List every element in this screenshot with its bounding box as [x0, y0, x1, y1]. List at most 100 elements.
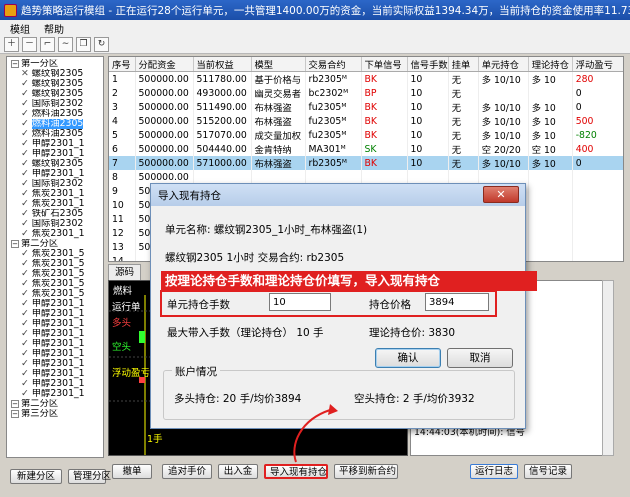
- copy-icon[interactable]: ❐: [76, 37, 91, 52]
- tree-item[interactable]: ✕ 螺纹钢2305: [9, 69, 103, 79]
- column-header[interactable]: 单元持仓: [478, 57, 529, 72]
- column-header[interactable]: 浮动盈亏: [572, 57, 623, 72]
- tree-item[interactable]: ✓ 甲醇2301_1: [9, 169, 103, 179]
- tree-item[interactable]: ✓ 螺纹钢2305: [9, 79, 103, 89]
- tree-item[interactable]: ✓ 甲醇2301_1: [9, 319, 103, 329]
- table-row[interactable]: 2 500000.00 493000.00 幽灵交易者 bc2302ᴹ BP 10 无 0: [109, 86, 623, 100]
- move-contract-button[interactable]: 平移到新合约: [334, 464, 398, 479]
- tree-group[interactable]: − 第三分区: [9, 409, 103, 419]
- running-icon: ✓: [21, 299, 32, 309]
- tree-group[interactable]: − 第二分区: [9, 239, 103, 249]
- table-row[interactable]: 3 500000.00 511490.00 布林强盗 fu2305ᴹ BK 10 无多 10/…: [109, 100, 623, 114]
- table-cell: [361, 170, 408, 184]
- table-cell: 多 10: [528, 156, 573, 170]
- line-icon[interactable]: ⌐: [40, 37, 55, 52]
- tree-item[interactable]: ✓ 铁矿石2305: [9, 209, 103, 219]
- running-icon: ✓: [21, 89, 32, 99]
- menu-item-module[interactable]: 模组: [10, 21, 30, 36]
- tree-item[interactable]: ✓ 甲醇2301_1: [9, 359, 103, 369]
- tree-item[interactable]: ✓ 燃料油2305: [9, 119, 103, 129]
- tree-item[interactable]: ✓ 焦炭2301_5: [9, 259, 103, 269]
- cancel-button[interactable]: 取消: [447, 348, 513, 368]
- tree-item[interactable]: ✓ 甲醇2301_1: [9, 149, 103, 159]
- column-header[interactable]: 模型: [251, 57, 306, 72]
- column-header[interactable]: 信号手数: [407, 57, 449, 72]
- signal-record-button[interactable]: 信号记录: [524, 464, 572, 479]
- import-position-button[interactable]: 导入现有持仓: [264, 464, 328, 479]
- running-icon: ✓: [21, 139, 32, 149]
- column-header[interactable]: 分配资金: [135, 57, 194, 72]
- tree-item[interactable]: ✓ 国际铜2302: [9, 219, 103, 229]
- manage-partition-button[interactable]: 管理分区: [68, 469, 111, 484]
- tree-item[interactable]: ✓ 燃料油2305: [9, 129, 103, 139]
- tree-item[interactable]: ✓ 甲醇2301_1: [9, 299, 103, 309]
- running-icon: ✓: [21, 179, 32, 189]
- tree-item[interactable]: ✓ 甲醇2301_1: [9, 379, 103, 389]
- refresh-icon[interactable]: ↻: [94, 37, 109, 52]
- tree-item[interactable]: ✓ 焦炭2301_1: [9, 189, 103, 199]
- table-row[interactable]: 4 500000.00 515200.00 布林强盗 fu2305ᴹ BK 10 无多 10/…: [109, 114, 623, 128]
- expand-icon[interactable]: −: [11, 399, 19, 408]
- tree-item[interactable]: ✓ 焦炭2301_5: [9, 269, 103, 279]
- column-header[interactable]: 序号: [109, 57, 136, 72]
- tree-item[interactable]: ✓ 国际铜2302: [9, 179, 103, 189]
- table-row[interactable]: 7 500000.00 571000.00 布林强盗 rb2305ᴹ BK 10 无多 10/…: [109, 156, 623, 170]
- running-icon: ✓: [21, 129, 32, 139]
- table-row[interactable]: 8 500000.00: [109, 170, 623, 184]
- menu-item-help[interactable]: 帮助: [44, 21, 64, 36]
- tree-item[interactable]: ✓ 国际铜2302: [9, 99, 103, 109]
- running-icon: ✓: [21, 259, 32, 269]
- expand-icon[interactable]: −: [11, 409, 19, 418]
- line2-icon[interactable]: ∼: [58, 37, 73, 52]
- column-header[interactable]: 理论持仓: [528, 57, 573, 72]
- table-row[interactable]: 5 500000.00 517070.00 成交量加权 fu2305ᴹ BK 10 无多 10…: [109, 128, 623, 142]
- tree-item[interactable]: ✓ 甲醇2301_1: [9, 339, 103, 349]
- tree-item-label: 甲醇2301_1: [31, 309, 85, 319]
- table-row[interactable]: 1 500000.00 511780.00 基于价格与 rb2305ᴹ BK 10 无多 10…: [109, 71, 623, 86]
- tree-item[interactable]: ✓ 甲醇2301_1: [9, 309, 103, 319]
- new-partition-button[interactable]: 新建分区: [10, 469, 62, 484]
- tree-item[interactable]: ✓ 焦炭2301_5: [9, 249, 103, 259]
- add-icon[interactable]: ＋: [4, 37, 19, 52]
- tree-item[interactable]: ✓ 焦炭2301_1: [9, 229, 103, 239]
- column-header[interactable]: 当前权益: [193, 57, 252, 72]
- tree-item[interactable]: ✓ 燃料油2305: [9, 109, 103, 119]
- tree-item[interactable]: ✓ 甲醇2301_1: [9, 139, 103, 149]
- tree-item[interactable]: ✓ 焦炭2301_5: [9, 289, 103, 299]
- tree-item[interactable]: ✓ 甲醇2301_1: [9, 349, 103, 359]
- app-icon: [4, 3, 17, 17]
- delete-icon[interactable]: －: [22, 37, 37, 52]
- run-log-button[interactable]: 运行日志: [470, 464, 518, 479]
- table-cell: 504440.00: [193, 142, 252, 156]
- table-cell: fu2305ᴹ: [305, 128, 362, 142]
- tree-item-label: 甲醇2301_1: [31, 359, 85, 369]
- cancel-order-button[interactable]: 撤单: [112, 464, 152, 479]
- table-cell: 基于价格与: [251, 71, 306, 86]
- column-header[interactable]: 交易合约: [305, 57, 362, 72]
- tree-item[interactable]: ✓ 螺纹钢2305: [9, 159, 103, 169]
- chase-price-button[interactable]: 追对手价: [162, 464, 212, 479]
- tab-source[interactable]: 源码: [108, 264, 142, 280]
- funds-button[interactable]: 出入金: [218, 464, 258, 479]
- close-icon[interactable]: ✕: [483, 186, 519, 203]
- tree-group[interactable]: − 第二分区: [9, 399, 103, 409]
- column-header[interactable]: 挂单: [448, 57, 479, 72]
- confirm-button[interactable]: 确认: [375, 348, 441, 368]
- table-cell: 571000.00: [193, 156, 252, 170]
- column-header[interactable]: 下单信号: [361, 57, 408, 72]
- tree-group[interactable]: − 第一分区: [9, 59, 103, 69]
- tree-item[interactable]: ✓ 甲醇2301_1: [9, 369, 103, 379]
- tree-item[interactable]: ✓ 螺纹钢2305: [9, 89, 103, 99]
- partition-tree[interactable]: − 第一分区 ✕ 螺纹钢2305 ✓ 螺纹钢2305 ✓ 螺纹钢2305 ✓ 国际铜230…: [6, 56, 104, 458]
- tree-item[interactable]: ✓ 焦炭2301_5: [9, 279, 103, 289]
- expand-icon[interactable]: −: [11, 239, 19, 248]
- table-row[interactable]: 6 500000.00 504440.00 金肯特纳 MA301ᴹ SK 10 无空 20/2…: [109, 142, 623, 156]
- tree-item[interactable]: ✓ 焦炭2301_1: [9, 199, 103, 209]
- table-cell: 500000.00: [135, 170, 194, 184]
- table-cell: 无: [448, 128, 479, 142]
- expand-icon[interactable]: −: [11, 59, 19, 68]
- tree-item[interactable]: ✓ 甲醇2301_1: [9, 329, 103, 339]
- tree-item[interactable]: ✓ 甲醇2301_1: [9, 389, 103, 399]
- table-cell: 无: [448, 142, 479, 156]
- log-scrollbar[interactable]: [602, 280, 614, 456]
